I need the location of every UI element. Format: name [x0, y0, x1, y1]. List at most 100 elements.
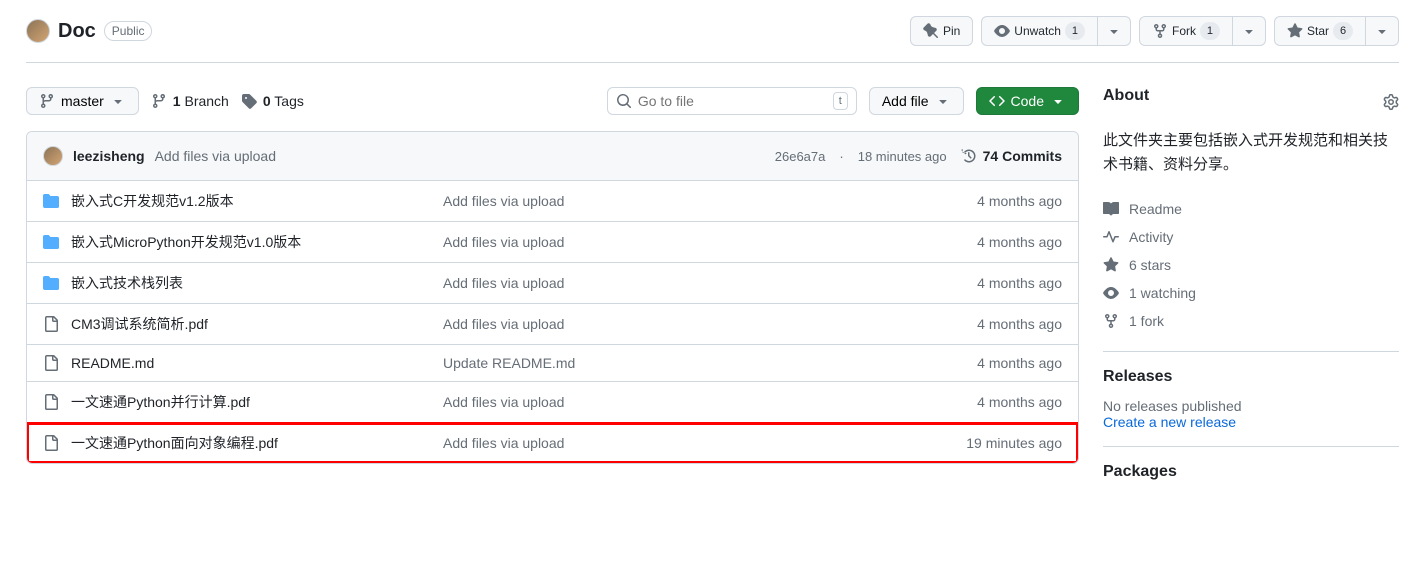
file-commit-message[interactable]: Add files via upload	[443, 193, 965, 209]
unwatch-button[interactable]: Unwatch 1	[981, 16, 1098, 46]
star-dropdown[interactable]	[1366, 16, 1399, 46]
table-row: 一文速通Python面向对象编程.pdf Add files via upload…	[27, 423, 1078, 463]
eye-icon	[1103, 285, 1119, 301]
star-icon	[1287, 23, 1303, 39]
unwatch-dropdown[interactable]	[1098, 16, 1131, 46]
folder-icon	[43, 275, 59, 291]
file-name-link[interactable]: 嵌入式技术栈列表	[71, 273, 431, 293]
file-commit-message[interactable]: Add files via upload	[443, 316, 965, 332]
fork-icon	[1152, 23, 1168, 39]
star-label: Star	[1307, 21, 1329, 41]
branch-icon	[39, 93, 55, 109]
owner-avatar[interactable]	[26, 19, 50, 43]
add-file-button[interactable]: Add file	[869, 87, 964, 115]
search-icon	[616, 93, 632, 109]
fork-dropdown[interactable]	[1233, 16, 1266, 46]
chevron-down-icon	[1106, 23, 1122, 39]
readme-link[interactable]: Readme	[1103, 195, 1399, 223]
code-button[interactable]: Code	[976, 87, 1079, 115]
tags-link[interactable]: 0 Tags	[241, 93, 304, 109]
releases-heading: Releases	[1103, 368, 1399, 386]
file-commit-message[interactable]: Update README.md	[443, 355, 965, 371]
gear-icon[interactable]	[1383, 94, 1399, 110]
about-heading: About	[1103, 87, 1149, 105]
file-search[interactable]: t	[607, 87, 857, 115]
releases-none: No releases published	[1103, 398, 1399, 414]
chevron-down-icon	[1050, 93, 1066, 109]
chevron-down-icon	[110, 93, 126, 109]
file-name-link[interactable]: 一文速通Python并行计算.pdf	[71, 392, 431, 412]
file-commit-message[interactable]: Add files via upload	[443, 394, 965, 410]
file-name-link[interactable]: README.md	[71, 355, 431, 371]
tag-icon	[241, 93, 257, 109]
file-name-link[interactable]: 嵌入式C开发规范v1.2版本	[71, 191, 431, 211]
file-commit-message[interactable]: Add files via upload	[443, 275, 965, 291]
table-row: README.md Update README.md 4 months ago	[27, 345, 1078, 382]
watching-link[interactable]: 1 watching	[1103, 279, 1399, 307]
file-name-link[interactable]: 嵌入式MicroPython开发规范v1.0版本	[71, 232, 431, 252]
table-row: 嵌入式C开发规范v1.2版本 Add files via upload 4 mont…	[27, 181, 1078, 222]
commits-link[interactable]: 74 Commits	[961, 148, 1062, 164]
table-row: CM3调试系统简析.pdf Add files via upload 4 month…	[27, 304, 1078, 345]
pin-icon	[923, 23, 939, 39]
branches-link[interactable]: 1 Branch	[151, 93, 229, 109]
pin-button[interactable]: Pin	[910, 16, 973, 46]
table-row: 一文速通Python并行计算.pdf Add files via upload 4 …	[27, 382, 1078, 423]
file-name-link[interactable]: 一文速通Python面向对象编程.pdf	[71, 433, 431, 453]
branch-switcher[interactable]: master	[26, 87, 139, 115]
star-icon	[1103, 257, 1119, 273]
file-icon	[43, 355, 59, 371]
watch-count: 1	[1065, 22, 1085, 40]
pulse-icon	[1103, 229, 1119, 245]
create-release-link[interactable]: Create a new release	[1103, 414, 1236, 430]
stars-link[interactable]: 6 stars	[1103, 251, 1399, 279]
file-icon	[43, 435, 59, 451]
packages-heading: Packages	[1103, 463, 1399, 481]
chevron-down-icon	[935, 93, 951, 109]
folder-icon	[43, 193, 59, 209]
chevron-down-icon	[1374, 23, 1390, 39]
fork-label: Fork	[1172, 21, 1196, 41]
file-date: 4 months ago	[977, 316, 1062, 332]
forks-link[interactable]: 1 fork	[1103, 307, 1399, 335]
file-commit-message[interactable]: Add files via upload	[443, 234, 965, 250]
add-file-label: Add file	[882, 93, 929, 109]
latest-commit-bar: leezisheng Add files via upload 26e6a7a …	[27, 132, 1078, 181]
star-button[interactable]: Star 6	[1274, 16, 1366, 46]
search-input[interactable]	[638, 93, 827, 109]
activity-link[interactable]: Activity	[1103, 223, 1399, 251]
file-list: leezisheng Add files via upload 26e6a7a …	[26, 131, 1079, 464]
unwatch-label: Unwatch	[1014, 21, 1061, 41]
fork-count: 1	[1200, 22, 1220, 40]
file-date: 4 months ago	[977, 355, 1062, 371]
file-date: 19 minutes ago	[966, 435, 1062, 451]
pin-label: Pin	[943, 21, 960, 41]
commit-message[interactable]: Add files via upload	[155, 148, 276, 164]
file-date: 4 months ago	[977, 193, 1062, 209]
commit-avatar[interactable]	[43, 146, 63, 166]
visibility-badge: Public	[104, 21, 153, 41]
file-date: 4 months ago	[977, 275, 1062, 291]
file-commit-message[interactable]: Add files via upload	[443, 435, 954, 451]
fork-icon	[1103, 313, 1119, 329]
file-icon	[43, 316, 59, 332]
fork-button[interactable]: Fork 1	[1139, 16, 1233, 46]
book-icon	[1103, 201, 1119, 217]
file-date: 4 months ago	[977, 394, 1062, 410]
table-row: 嵌入式技术栈列表 Add files via upload 4 months ago	[27, 263, 1078, 304]
eye-icon	[994, 23, 1010, 39]
table-row: 嵌入式MicroPython开发规范v1.0版本 Add files via up…	[27, 222, 1078, 263]
star-count: 6	[1333, 22, 1353, 40]
folder-icon	[43, 234, 59, 250]
file-date: 4 months ago	[977, 234, 1062, 250]
repo-name[interactable]: Doc	[58, 20, 96, 43]
file-icon	[43, 394, 59, 410]
chevron-down-icon	[1241, 23, 1257, 39]
file-name-link[interactable]: CM3调试系统简析.pdf	[71, 314, 431, 334]
code-icon	[989, 93, 1005, 109]
commit-author[interactable]: leezisheng	[73, 148, 145, 164]
search-kbd: t	[833, 92, 848, 110]
branch-name: master	[61, 93, 104, 109]
commit-sha[interactable]: 26e6a7a	[775, 149, 826, 164]
commit-time: 18 minutes ago	[858, 149, 947, 164]
